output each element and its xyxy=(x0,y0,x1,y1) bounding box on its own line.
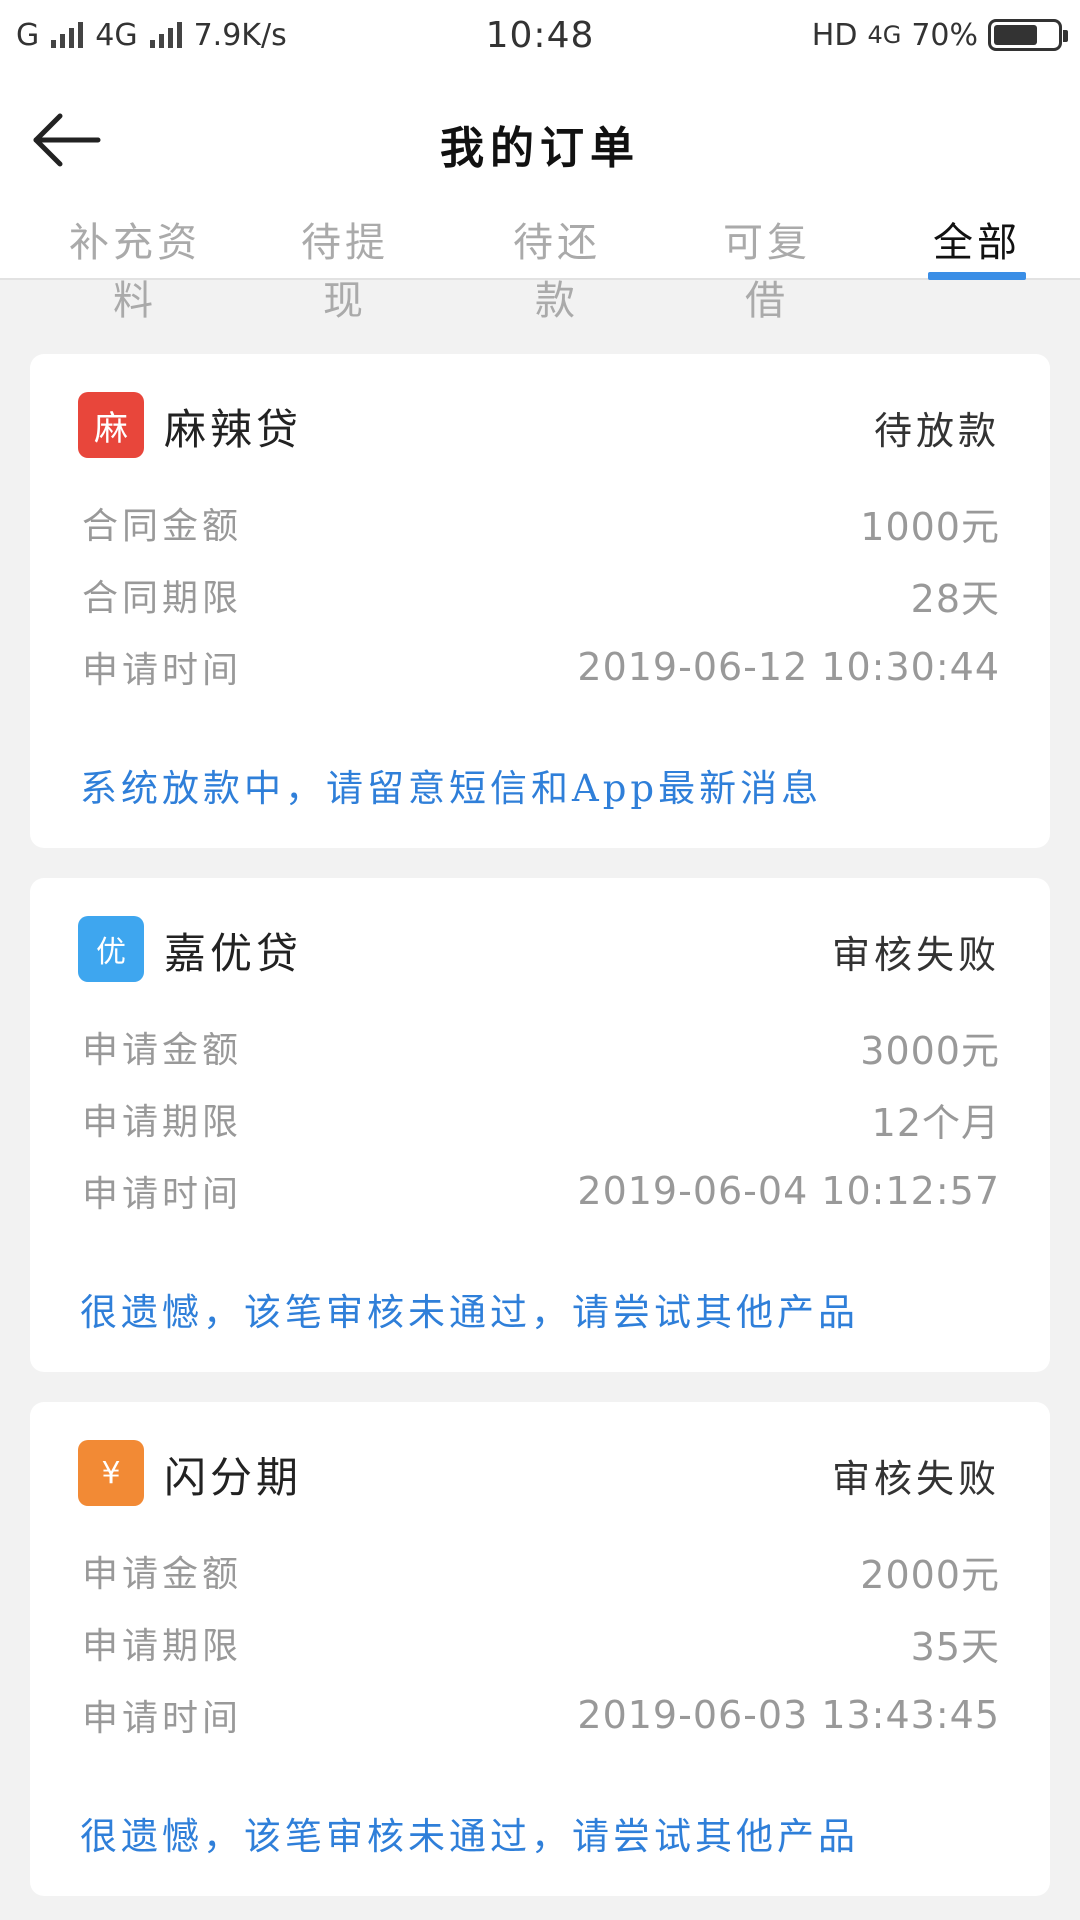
order-message: 很遗憾，该笔审核未通过，请尝试其他产品 xyxy=(80,1815,859,1858)
row-value: 1000元 xyxy=(860,504,1000,549)
row-value: 35天 xyxy=(910,1624,1000,1669)
order-status: 审核失败 xyxy=(831,933,1000,977)
product-logo-icon: 麻 xyxy=(78,392,144,458)
product-name: 嘉优贷 xyxy=(164,929,303,978)
order-card[interactable]: ¥ 闪分期 审核失败 申请金额 2000元 申请期限 35天 申请时间 2019… xyxy=(30,1402,1050,1896)
battery-icon xyxy=(988,19,1068,51)
tab-label: 可复借 xyxy=(723,220,811,324)
row-label: 申请期限 xyxy=(82,1102,243,1143)
detail-row: 合同期限 28天 xyxy=(82,570,1000,621)
order-message: 很遗憾，该笔审核未通过，请尝试其他产品 xyxy=(80,1291,859,1334)
signal-icon xyxy=(51,22,84,48)
detail-row: 申请时间 2019-06-12 10:30:44 xyxy=(82,642,1000,692)
hd-label: HD xyxy=(811,17,858,53)
row-value: 2019-06-04 10:12:57 xyxy=(577,1169,1000,1213)
tab-all[interactable]: 全部 xyxy=(928,210,1026,280)
detail-row: 申请期限 35天 xyxy=(82,1618,1000,1669)
order-status: 待放款 xyxy=(873,409,1000,453)
tab-label: 待还款 xyxy=(513,220,601,324)
product-logo-icon: ¥ xyxy=(78,1440,144,1506)
detail-row: 申请时间 2019-06-03 13:43:45 xyxy=(82,1690,1000,1740)
app-header: 我的订单 补充资料 待提现 待还款 可复借 全部 xyxy=(0,70,1080,324)
net-speed: 7.9K/s xyxy=(193,17,287,53)
row-value: 2019-06-12 10:30:44 xyxy=(577,645,1000,689)
row-label: 申请时间 xyxy=(82,1698,243,1739)
tab-pending-withdraw[interactable]: 待提现 xyxy=(282,210,408,324)
network-label: 4G xyxy=(95,17,138,53)
signal-icon-2 xyxy=(149,22,182,48)
row-label: 申请时间 xyxy=(82,650,243,691)
row-label: 合同期限 xyxy=(82,578,243,619)
logo-glyph: ¥ xyxy=(101,1455,121,1491)
battery-percent: 70% xyxy=(911,17,978,53)
logo-glyph: 麻 xyxy=(94,408,128,449)
row-label: 申请金额 xyxy=(82,1030,243,1071)
tab-supplement-info[interactable]: 补充资料 xyxy=(50,210,220,324)
order-message: 系统放款中，请留意短信和App最新消息 xyxy=(80,767,823,810)
row-value: 2019-06-03 13:43:45 xyxy=(577,1693,1000,1737)
tab-active-indicator xyxy=(928,272,1026,280)
order-tabs: 补充资料 待提现 待还款 可复借 全部 xyxy=(0,210,1080,324)
product-name: 麻辣贷 xyxy=(164,405,303,454)
detail-row: 申请期限 12个月 xyxy=(82,1094,1000,1145)
product-name: 闪分期 xyxy=(164,1453,303,1502)
tab-label: 补充资料 xyxy=(69,220,201,324)
tab-label: 待提现 xyxy=(301,220,389,324)
row-value: 28天 xyxy=(910,576,1000,621)
row-value: 3000元 xyxy=(860,1028,1000,1073)
status-right: HD 4G 70% xyxy=(811,17,1068,53)
order-status: 审核失败 xyxy=(831,1457,1000,1501)
row-label: 合同金额 xyxy=(82,506,243,547)
row-label: 申请期限 xyxy=(82,1626,243,1667)
page-title: 我的订单 xyxy=(440,123,640,174)
tab-reborrow[interactable]: 可复借 xyxy=(704,210,830,324)
detail-row: 申请金额 2000元 xyxy=(82,1546,1000,1597)
status-left: G 4G 7.9K/s xyxy=(16,18,287,53)
carrier-label: G xyxy=(16,17,40,53)
network-4g-label: 4G xyxy=(867,21,902,49)
status-bar: G 4G 7.9K/s 10:48 HD 4G 70% xyxy=(0,0,1080,70)
logo-glyph: 优 xyxy=(96,935,126,970)
order-card[interactable]: 优 嘉优贷 审核失败 申请金额 3000元 申请期限 12个月 申请时间 201… xyxy=(30,878,1050,1372)
row-label: 申请时间 xyxy=(82,1174,243,1215)
order-card[interactable]: 麻 麻辣贷 待放款 合同金额 1000元 合同期限 28天 申请时间 2019-… xyxy=(30,354,1050,848)
tab-label: 全部 xyxy=(933,220,1021,266)
detail-row: 申请金额 3000元 xyxy=(82,1022,1000,1073)
detail-row: 合同金额 1000元 xyxy=(82,498,1000,549)
detail-row: 申请时间 2019-06-04 10:12:57 xyxy=(82,1166,1000,1216)
row-value: 2000元 xyxy=(860,1552,1000,1597)
row-label: 申请金额 xyxy=(82,1554,243,1595)
tab-pending-repay[interactable]: 待还款 xyxy=(494,210,620,324)
product-logo-icon: 优 xyxy=(78,916,144,982)
row-value: 12个月 xyxy=(871,1100,1000,1145)
